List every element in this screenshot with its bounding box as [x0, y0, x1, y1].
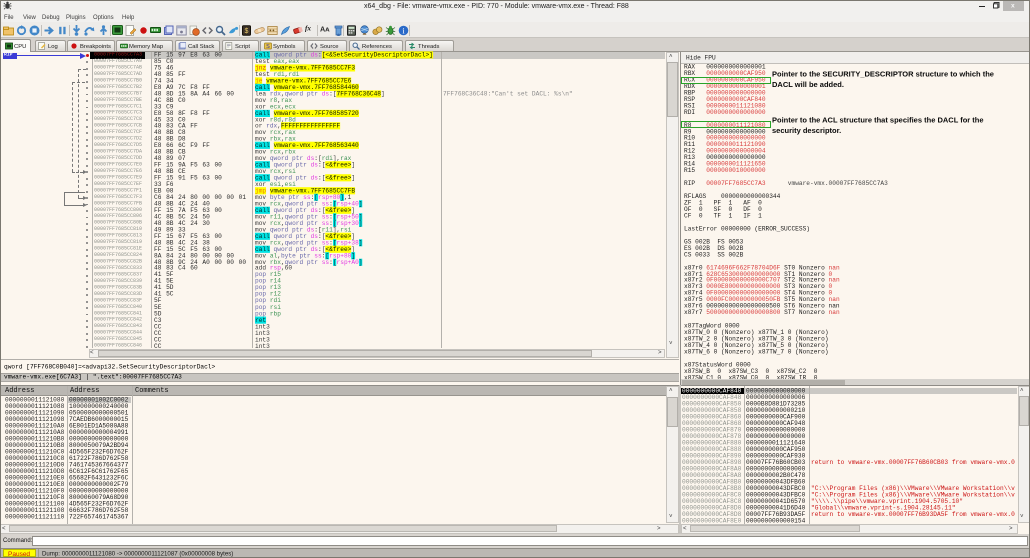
- svg-text:S: S: [266, 44, 270, 50]
- svg-text:$: $: [245, 28, 249, 35]
